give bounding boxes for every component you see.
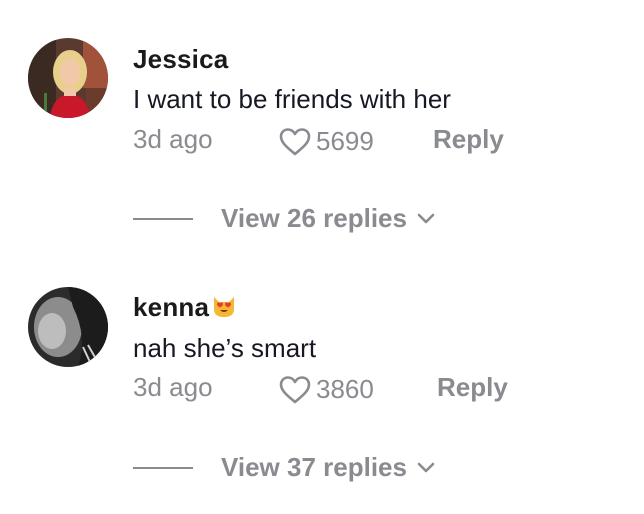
view-replies-label: View 37 replies — [221, 452, 407, 482]
view-replies-button[interactable]: View 26 replies — [133, 203, 435, 234]
comment-username[interactable]: Jessica — [133, 44, 228, 75]
comment-text: I want to be friends with her — [133, 84, 451, 114]
chevron-down-icon — [417, 213, 435, 223]
comment-username[interactable]: kenna — [133, 292, 237, 323]
comment-username-text: kenna — [133, 292, 210, 322]
comment-timestamp: 3d ago — [133, 372, 213, 402]
heart-eyes-cat-emoji — [214, 297, 235, 317]
comment-timestamp: 3d ago — [133, 124, 213, 154]
like-count: 3860 — [316, 374, 374, 404]
like-button[interactable]: 5699 — [278, 126, 374, 157]
view-replies-label: View 26 replies — [221, 203, 407, 233]
heart-icon — [279, 375, 311, 403]
avatar[interactable] — [28, 287, 108, 367]
comment-text: nah she’s smart — [133, 333, 317, 363]
avatar[interactable] — [28, 38, 108, 118]
view-replies-button[interactable]: View 37 replies — [133, 452, 435, 483]
like-count: 5699 — [316, 126, 374, 156]
reply-button[interactable]: Reply — [437, 372, 508, 403]
divider-line — [133, 466, 193, 469]
divider-line — [133, 217, 193, 220]
heart-icon — [279, 127, 311, 155]
chevron-down-icon — [417, 462, 435, 472]
like-button[interactable]: 3860 — [278, 374, 374, 405]
reply-button[interactable]: Reply — [433, 124, 504, 155]
